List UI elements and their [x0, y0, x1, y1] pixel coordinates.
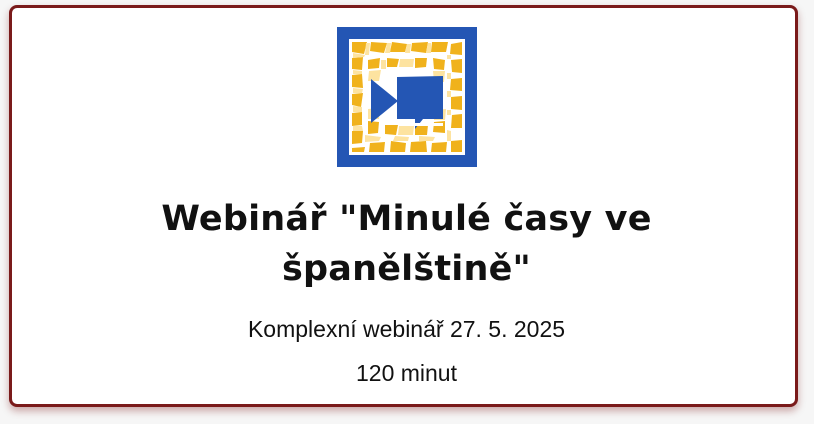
webinar-duration: 120 minut	[355, 360, 457, 386]
mosaic-video-icon	[335, 25, 479, 169]
webinar-subtitle: Komplexní webinář 27. 5. 2025	[247, 316, 566, 342]
webinar-card[interactable]: Webinář "Minulé časy ve španělštině" Kom…	[9, 5, 798, 407]
webinar-title: Webinář "Minulé časy ve španělštině"	[161, 199, 652, 289]
